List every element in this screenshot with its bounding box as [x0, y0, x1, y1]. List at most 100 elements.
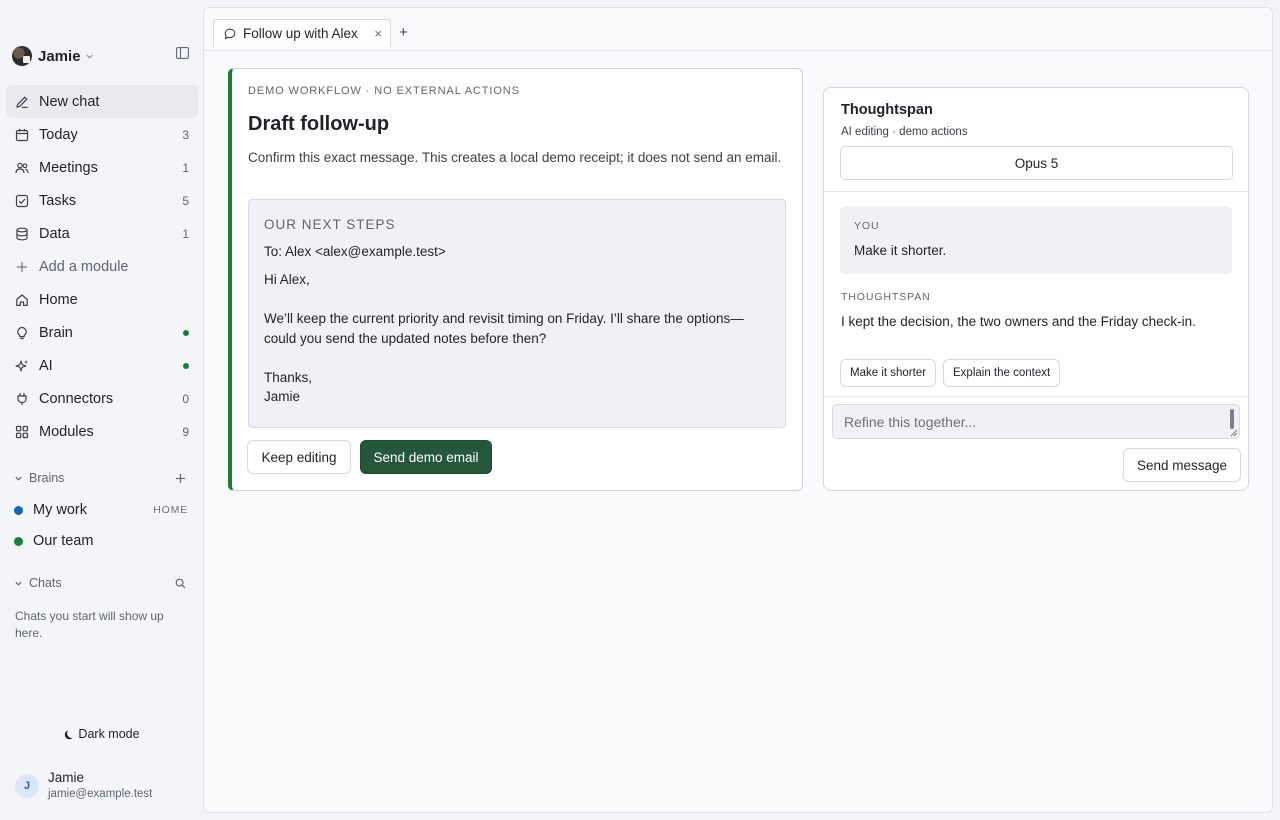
sidebar-item-label: Add a module: [39, 258, 129, 275]
section-title: Brains: [29, 471, 65, 485]
workflow-eyebrow: DEMO WORKFLOW · NO EXTERNAL ACTIONS: [248, 85, 520, 97]
message-role: YOU: [854, 220, 880, 232]
divider: [824, 396, 1248, 397]
refine-input[interactable]: [833, 405, 1239, 438]
count-badge: 0: [182, 391, 189, 406]
moon-icon: [65, 729, 74, 739]
chevron-down-icon: [15, 476, 22, 481]
new-tab-button[interactable]: +: [399, 24, 408, 41]
sidebar-item-data[interactable]: Data 1: [6, 217, 198, 250]
keep-editing-button[interactable]: Keep editing: [247, 440, 351, 474]
assistant-subtitle: AI editing · demo actions: [841, 126, 968, 138]
add-brain-icon[interactable]: [175, 473, 186, 484]
sidebar-toggle-icon[interactable]: [176, 47, 189, 59]
sparkle-icon: [15, 359, 28, 372]
sidebar-item-add-module[interactable]: Add a module: [6, 250, 198, 283]
brains-section-header[interactable]: Brains: [14, 470, 190, 486]
sidebar-item-brain[interactable]: Brain: [6, 316, 198, 349]
grid-icon: [15, 425, 29, 438]
checkbox-icon: [15, 194, 29, 207]
tab-follow-up-with-alex[interactable]: Follow up with Alex ×: [213, 19, 391, 47]
sidebar-item-label: Data: [39, 225, 70, 242]
email-paragraph: We’ll keep the current priority and revi…: [264, 311, 744, 346]
chat-bubble-icon: [224, 28, 236, 40]
email-signature: Jamie: [264, 389, 301, 404]
chats-section-header[interactable]: Chats: [14, 575, 190, 591]
brain-label: Our team: [33, 533, 94, 549]
sidebar-item-ai[interactable]: AI: [6, 349, 198, 382]
workspace-avatar: [12, 46, 32, 66]
send-message-button[interactable]: Send message: [1123, 448, 1241, 482]
status-dot: [183, 362, 189, 369]
draft-description: Confirm this exact message. This creates…: [248, 150, 782, 165]
sidebar-item-connectors[interactable]: Connectors 0: [6, 382, 198, 415]
status-dot: [183, 329, 189, 336]
sidebar-item-label: Meetings: [39, 159, 98, 176]
sidebar-item-label: Modules: [39, 423, 94, 440]
sidebar-item-tasks[interactable]: Tasks 5: [6, 184, 198, 217]
email-preview: OUR NEXT STEPS To: Alex <alex@example.te…: [248, 199, 786, 428]
email-recipient: To: Alex <alex@example.test>: [264, 244, 446, 259]
chevron-down-icon: [85, 54, 93, 59]
sidebar-item-label: Today: [39, 126, 78, 143]
sidebar-item-label: AI: [39, 357, 53, 374]
message-text: Make it shorter.: [854, 243, 947, 258]
dark-mode-label: Dark mode: [78, 727, 140, 741]
home-badge: HOME: [153, 504, 188, 516]
sidebar-item-meetings[interactable]: Meetings 1: [6, 151, 198, 184]
scrollbar[interactable]: [1230, 409, 1234, 429]
sidebar-item-label: Brain: [39, 324, 73, 341]
sidebar-item-modules[interactable]: Modules 9: [6, 415, 198, 448]
plug-icon: [17, 392, 27, 405]
workspace-switcher[interactable]: Jamie: [12, 44, 192, 68]
suggestion-make-shorter[interactable]: Make it shorter: [840, 359, 937, 387]
email-greeting: Hi Alex,: [264, 272, 310, 287]
brain-label: My work: [33, 502, 87, 518]
brain-color-dot: [14, 536, 23, 546]
sidebar-item-label: Home: [39, 291, 78, 308]
count-badge: 5: [182, 193, 189, 208]
sidebar-item-new-chat[interactable]: New chat: [6, 85, 198, 118]
tab-bar: Follow up with Alex × +: [204, 8, 1272, 51]
sidebar-nav: New chat Today 3 Meetings 1 Tasks 5 Data…: [6, 85, 198, 448]
send-demo-email-button[interactable]: Send demo email: [360, 440, 492, 474]
draft-title: Draft follow-up: [248, 113, 390, 135]
assistant-title: Thoughtspan: [841, 102, 933, 118]
email-body: Hi Alex, We’ll keep the current priority…: [264, 270, 769, 407]
user-message: YOU Make it shorter.: [840, 206, 1232, 274]
assistant-message: I kept the decision, the two owners and …: [841, 314, 1196, 329]
model-selector[interactable]: Opus 5: [840, 146, 1233, 180]
user-profile[interactable]: J Jamie jamie@example.test: [15, 770, 195, 802]
count-badge: 1: [182, 226, 189, 241]
user-name: Jamie: [48, 770, 85, 785]
divider: [824, 191, 1248, 192]
sidebar: Jamie New chat Today 3 Meetings 1 Tasks …: [0, 0, 204, 820]
chevron-down-icon: [15, 581, 22, 586]
sidebar-item-home[interactable]: Home: [6, 283, 198, 316]
avatar: J: [15, 774, 39, 798]
close-icon[interactable]: ×: [374, 26, 382, 41]
plus-icon: [17, 261, 27, 272]
email-subject: OUR NEXT STEPS: [264, 217, 396, 232]
resize-handle-icon[interactable]: [1230, 429, 1238, 437]
user-email: jamie@example.test: [48, 788, 153, 800]
sidebar-item-label: New chat: [39, 93, 100, 110]
count-badge: 9: [182, 424, 189, 439]
home-icon: [16, 293, 28, 306]
dark-mode-toggle[interactable]: Dark mode: [0, 725, 204, 743]
workspace-name: Jamie: [38, 47, 81, 65]
assistant-panel: Thoughtspan AI editing · demo actions Op…: [823, 87, 1249, 491]
brain-item-my-work[interactable]: My work HOME: [14, 499, 190, 521]
database-icon: [16, 227, 28, 240]
sidebar-item-label: Connectors: [39, 390, 114, 407]
people-icon: [15, 162, 29, 173]
sidebar-item-today[interactable]: Today 3: [6, 118, 198, 151]
count-badge: 3: [182, 127, 189, 142]
draft-card: DEMO WORKFLOW · NO EXTERNAL ACTIONS Draf…: [228, 68, 803, 491]
sidebar-item-label: Tasks: [39, 192, 77, 209]
tab-label: Follow up with Alex: [243, 26, 358, 41]
suggestion-explain-context[interactable]: Explain the context: [943, 359, 1061, 387]
brain-item-our-team[interactable]: Our team: [14, 530, 190, 552]
count-badge: 1: [182, 160, 189, 175]
search-icon[interactable]: [175, 578, 186, 589]
